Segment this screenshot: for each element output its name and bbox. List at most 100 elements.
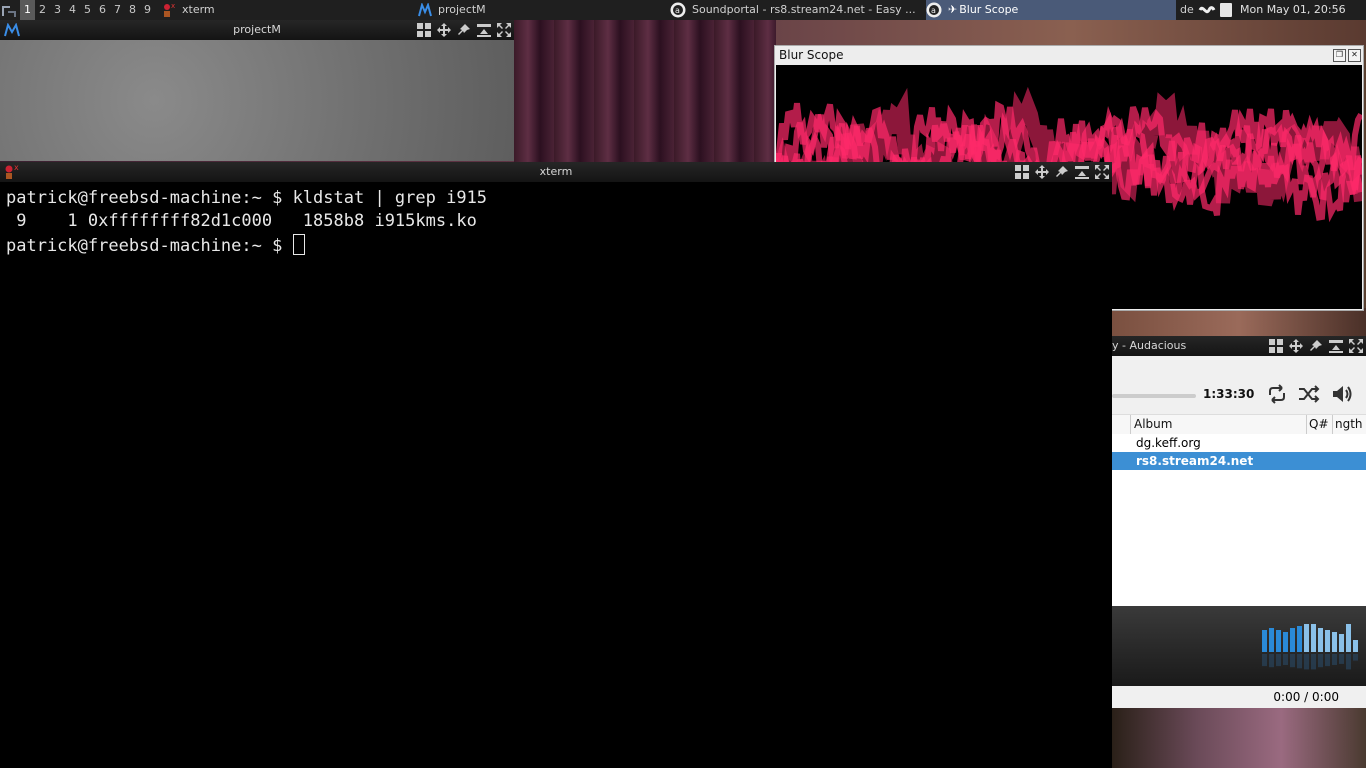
projectm-icon: [418, 3, 432, 17]
column-album[interactable]: Album: [1134, 417, 1172, 431]
tile-icon[interactable]: [1268, 338, 1284, 354]
xterm-titlebar[interactable]: x xterm: [0, 162, 1112, 182]
audacious-toolbar: 1:33:30: [1112, 356, 1366, 414]
spectrum-bar-reflection: [1283, 654, 1288, 665]
tile-icon[interactable]: [416, 22, 432, 38]
spectrum-bar: [1325, 630, 1330, 652]
task-blur-scope[interactable]: a ✈ Blur Scope: [926, 0, 1176, 20]
spectrum-bar: [1332, 632, 1337, 652]
workspace-6[interactable]: 6: [95, 0, 110, 20]
network-tray-icon[interactable]: [1198, 3, 1216, 17]
terminal-prompt: patrick@freebsd-machine:~ $: [6, 236, 293, 256]
shade-icon[interactable]: [1074, 164, 1090, 180]
column-separator: [1306, 415, 1307, 435]
spectrum-bar-reflection: [1325, 654, 1330, 667]
spectrum-bar-reflection: [1262, 654, 1267, 667]
repeat-icon[interactable]: [1265, 383, 1289, 405]
playlist: dg.keff.org rs8.stream24.net: [1112, 434, 1366, 606]
workspace-3[interactable]: 3: [50, 0, 65, 20]
spectrum-bar-reflection: [1353, 654, 1358, 661]
clock[interactable]: Mon May 01, 20:56: [1240, 0, 1346, 20]
restore-button[interactable]: ❐: [1333, 49, 1346, 62]
xterm-icon: x: [164, 2, 175, 17]
audacious-window: 1:33:30 Album Q# ngth dg.keff.org rs8.st…: [1112, 356, 1366, 708]
spectrum-bar-reflection: [1304, 654, 1309, 670]
wallpaper-strip: [1112, 308, 1366, 338]
maximize-icon[interactable]: [1094, 164, 1110, 180]
workspace-4[interactable]: 4: [65, 0, 80, 20]
keyboard-layout[interactable]: de: [1180, 0, 1194, 20]
window-title: xterm: [539, 165, 573, 178]
task-label: projectM: [438, 3, 486, 16]
move-icon[interactable]: [1288, 338, 1304, 354]
shuffle-icon[interactable]: [1297, 383, 1321, 405]
audacious-titlebar[interactable]: y - Audacious: [1112, 336, 1366, 356]
move-icon[interactable]: [1034, 164, 1050, 180]
task-label: Soundportal - rs8.stream24.net - Easy ..…: [692, 3, 916, 16]
playlist-row[interactable]: dg.keff.org: [1112, 434, 1366, 452]
audacious-icon: a: [926, 2, 942, 18]
svg-text:a: a: [931, 6, 936, 15]
pin-icon[interactable]: [456, 22, 472, 38]
workspace-1[interactable]: 1: [20, 0, 35, 20]
workspace-5[interactable]: 5: [80, 0, 95, 20]
album-cell: dg.keff.org: [1136, 436, 1201, 450]
close-button[interactable]: ✕: [1348, 49, 1361, 62]
workspace-7[interactable]: 7: [110, 0, 125, 20]
spectrum-bar: [1297, 626, 1302, 652]
window-title: Blur Scope: [779, 48, 844, 62]
terminal-line: patrick@freebsd-machine:~ $ kldstat | gr…: [6, 188, 488, 208]
spectrum-bar: [1304, 624, 1309, 652]
spectrum-bar-reflection: [1346, 654, 1351, 670]
pin-icon[interactable]: [1308, 338, 1324, 354]
taskbar: 1 2 3 4 5 6 7 8 9 x xterm projectM a Sound…: [0, 0, 1366, 20]
volume-icon[interactable]: [1330, 383, 1354, 405]
shade-icon[interactable]: [1328, 338, 1344, 354]
spectrum-bar: [1290, 628, 1295, 652]
status-bar: 0:00 / 0:00: [1112, 686, 1366, 708]
task-xterm[interactable]: x xterm: [162, 0, 402, 20]
elapsed-time: 1:33:30: [1203, 387, 1255, 401]
pin-icon: ✈: [948, 3, 958, 16]
column-separator: [1130, 415, 1131, 435]
spectrum-bar-reflection: [1276, 654, 1281, 667]
spectrum-bar-reflection: [1318, 654, 1323, 668]
spectrum-bar-reflection: [1290, 654, 1295, 668]
column-length[interactable]: ngth: [1335, 417, 1363, 431]
pin-icon[interactable]: [1054, 164, 1070, 180]
column-separator: [1332, 415, 1333, 435]
spectrum-visualizer: [1112, 606, 1366, 686]
terminal-area[interactable]: patrick@freebsd-machine:~ $ kldstat | gr…: [0, 182, 1112, 768]
maximize-icon[interactable]: [496, 22, 512, 38]
clipboard-tray-icon[interactable]: [1220, 3, 1232, 17]
playlist-row-selected[interactable]: rs8.stream24.net: [1112, 452, 1366, 470]
spectrum-bar: [1339, 634, 1344, 652]
column-queue[interactable]: Q#: [1309, 417, 1329, 431]
workspace-8[interactable]: 8: [125, 0, 140, 20]
move-icon[interactable]: [436, 22, 452, 38]
task-label: Blur Scope: [959, 3, 1019, 16]
svg-text:a: a: [675, 6, 680, 15]
spectrum-bar-reflection: [1339, 654, 1344, 664]
workspace-9[interactable]: 9: [140, 0, 155, 20]
task-soundportal[interactable]: a Soundportal - rs8.stream24.net - Easy .…: [670, 0, 920, 20]
spectrum-bar: [1353, 640, 1358, 652]
projectm-titlebar[interactable]: projectM: [0, 20, 514, 40]
task-projectm[interactable]: projectM: [418, 0, 658, 20]
workspace-2[interactable]: 2: [35, 0, 50, 20]
wallpaper-strip: [1112, 708, 1366, 768]
start-menu-icon[interactable]: [0, 2, 18, 18]
audacious-icon: a: [670, 2, 686, 18]
svg-text:x: x: [171, 2, 175, 10]
projectm-visualization[interactable]: [0, 40, 514, 161]
wallpaper-curtain: [514, 20, 776, 162]
maximize-icon[interactable]: [1348, 338, 1364, 354]
tile-icon[interactable]: [1014, 164, 1030, 180]
shade-icon[interactable]: [476, 22, 492, 38]
spectrum-bar-reflection: [1332, 654, 1337, 665]
wallpaper-strip: [776, 20, 1366, 46]
spectrum-bar: [1276, 630, 1281, 652]
seek-bar[interactable]: [1112, 394, 1196, 398]
playback-time: 0:00 / 0:00: [1273, 690, 1339, 704]
spectrum-bar: [1269, 628, 1274, 652]
